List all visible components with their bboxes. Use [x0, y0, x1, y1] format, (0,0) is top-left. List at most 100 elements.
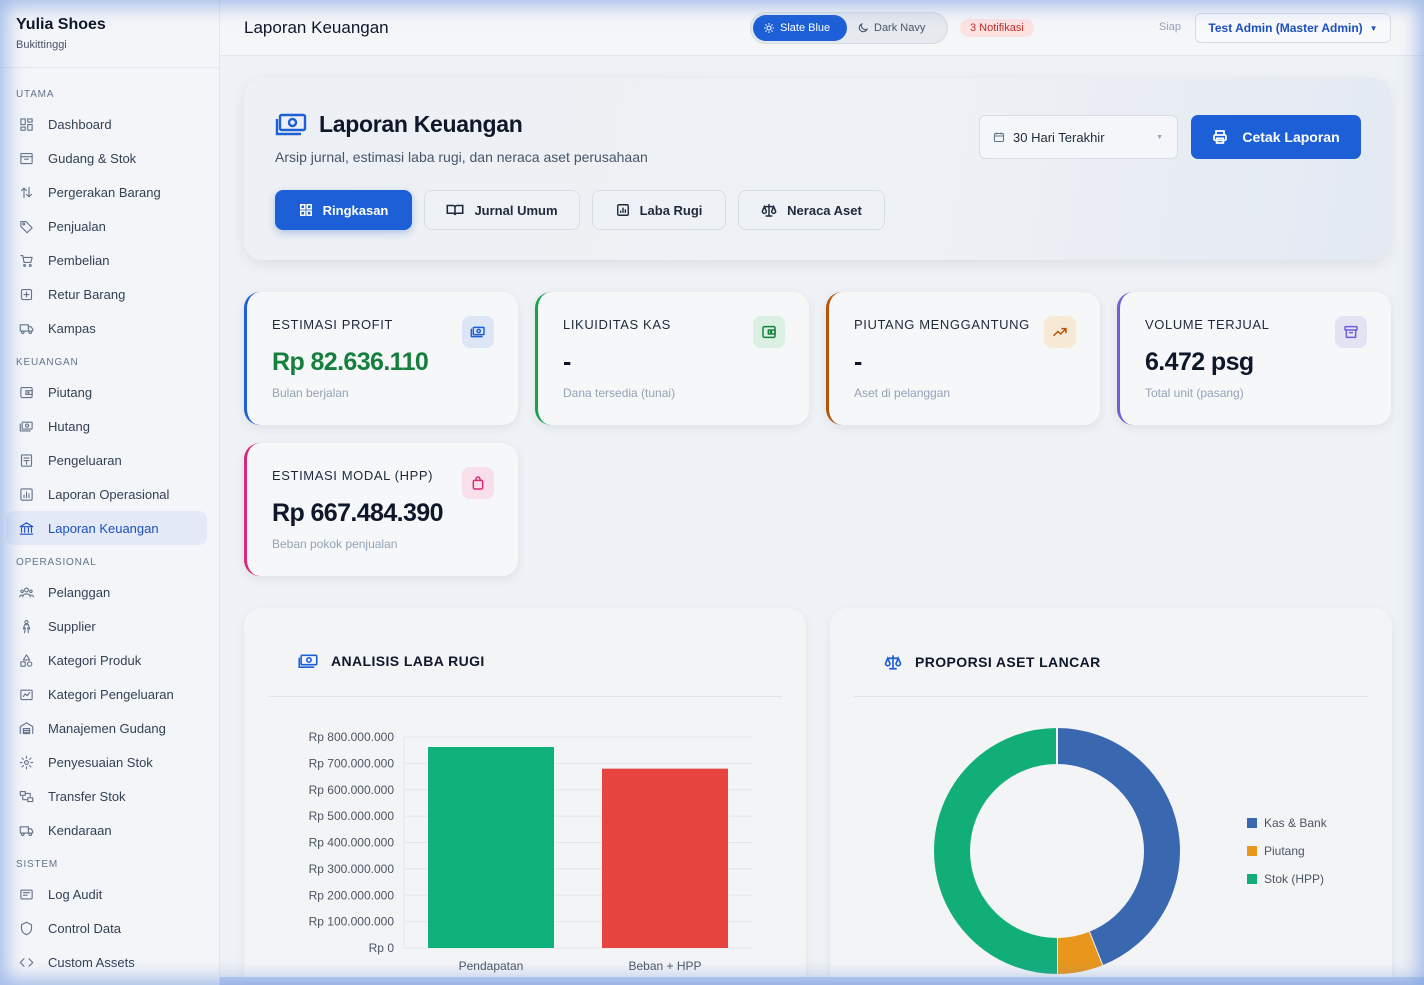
- legend-label[interactable]: Piutang: [1264, 844, 1305, 858]
- bar-pendapatan[interactable]: [428, 747, 554, 948]
- sidebar-item-laporan-keuangan[interactable]: Laporan Keuangan: [6, 511, 207, 545]
- sidebar-item-piutang[interactable]: Piutang: [6, 375, 207, 409]
- period-value: 30 Hari Terakhir: [1013, 129, 1105, 145]
- theme-dark-navy-button[interactable]: Dark Navy: [847, 15, 935, 41]
- sidebar-item-retur-barang[interactable]: Retur Barang: [6, 277, 207, 311]
- stat-note: Beban pokok penjualan: [272, 537, 398, 551]
- slice-kas-bank[interactable]: [1056, 728, 1180, 966]
- sidebar-item-custom-assets[interactable]: Custom Assets: [6, 945, 207, 979]
- theme-slate-blue-button[interactable]: Slate Blue: [753, 15, 847, 41]
- archive-icon: [1335, 316, 1367, 348]
- brand-name: Yulia Shoes: [16, 16, 106, 33]
- scale-icon: [761, 204, 777, 217]
- theme-dark-navy-label: Dark Navy: [874, 22, 926, 34]
- sidebar-item-log-audit[interactable]: Log Audit: [6, 877, 207, 911]
- sidebar-item-penjualan[interactable]: Penjualan: [6, 209, 207, 243]
- tab-ringkasan[interactable]: Ringkasan: [275, 190, 412, 230]
- sidebar-item-label: Control Data: [48, 920, 121, 936]
- stat-value: Rp 82.636.110: [272, 348, 429, 376]
- legend-label[interactable]: Kas & Bank: [1264, 816, 1328, 830]
- sidebar-item-label: Pengeluaran: [48, 452, 122, 468]
- money-icon: [18, 418, 34, 434]
- period-select[interactable]: 30 Hari Terakhir ▼: [979, 115, 1178, 159]
- slice-piutang[interactable]: [1056, 931, 1103, 974]
- sidebar-item-label: Penyesuaian Stok: [48, 754, 153, 770]
- profit-loss-title: ANALISIS LABA RUGI: [331, 653, 485, 669]
- y-tick-label: Rp 200.000.000: [309, 888, 395, 902]
- report-header-card: Laporan Keuangan Arsip jurnal, estimasi …: [244, 78, 1390, 260]
- notification-badge[interactable]: 3 Notifikasi: [960, 19, 1034, 37]
- legend-label[interactable]: Stok (HPP): [1264, 872, 1324, 886]
- tag-icon: [18, 218, 34, 234]
- stat-note: Bulan berjalan: [272, 386, 349, 400]
- sidebar-item-control-data[interactable]: Control Data: [6, 911, 207, 945]
- sidebar-item-laporan-operasional[interactable]: Laporan Operasional: [6, 477, 207, 511]
- sidebar-section-title: KEUANGAN: [16, 357, 79, 368]
- tab-jurnal-umum[interactable]: Jurnal Umum: [424, 190, 580, 230]
- y-tick-label: Rp 600.000.000: [309, 783, 395, 797]
- y-tick-label: Rp 800.000.000: [309, 730, 395, 744]
- sidebar-item-supplier[interactable]: Supplier: [6, 609, 207, 643]
- stat-label: PIUTANG MENGGANTUNG: [854, 317, 1030, 332]
- sidebar-item-pelanggan[interactable]: Pelanggan: [6, 575, 207, 609]
- sidebar-item-pergerakan-barang[interactable]: Pergerakan Barang: [6, 175, 207, 209]
- arrows-icon: [18, 184, 34, 200]
- receipt-icon: [18, 452, 34, 468]
- sidebar-item-label: Kategori Pengeluaran: [48, 686, 174, 702]
- sidebar-item-kampas[interactable]: Kampas: [6, 311, 207, 345]
- sidebar-item-label: Pembelian: [48, 252, 110, 268]
- y-tick-label: Rp 500.000.000: [309, 809, 395, 823]
- tab-neraca-aset[interactable]: Neraca Aset: [738, 190, 885, 230]
- horizontal-scrollbar[interactable]: [220, 977, 1424, 985]
- sidebar-item-hutang[interactable]: Hutang: [6, 409, 207, 443]
- sidebar-item-manajemen-gudang[interactable]: Manajemen Gudang: [6, 711, 207, 745]
- cart-icon: [18, 252, 34, 268]
- theme-toggle: Slate Blue Dark Navy: [750, 12, 948, 44]
- bar-beban-hpp[interactable]: [602, 768, 728, 948]
- y-tick-label: Rp 700.000.000: [309, 756, 395, 770]
- divider: [854, 696, 1368, 697]
- trend-up-icon: [1044, 316, 1076, 348]
- print-report-label: Cetak Laporan: [1242, 129, 1340, 145]
- status-text: Siap: [1159, 21, 1182, 33]
- stat-value: 6.472 psg: [1145, 348, 1254, 376]
- sidebar-item-label: Supplier: [48, 618, 96, 634]
- users-icon: [18, 584, 34, 600]
- slice-stok-hpp[interactable]: [934, 728, 1058, 974]
- sidebar-item-label: Kategori Produk: [48, 652, 142, 668]
- sidebar-item-dashboard[interactable]: Dashboard: [6, 107, 207, 141]
- sidebar-item-pengeluaran[interactable]: Pengeluaran: [6, 443, 207, 477]
- stat-note: Aset di pelanggan: [854, 386, 951, 400]
- sidebar-item-label: Laporan Keuangan: [48, 520, 159, 536]
- report-title: Laporan Keuangan: [275, 111, 523, 138]
- bank-icon: [18, 520, 34, 536]
- sidebar-item-kategori-produk[interactable]: Kategori Produk: [6, 643, 207, 677]
- transfer-icon: [18, 788, 34, 804]
- report-subtitle: Arsip jurnal, estimasi laba rugi, dan ne…: [275, 149, 648, 165]
- stat-value: -: [563, 348, 571, 376]
- legend-swatch: [1247, 818, 1257, 828]
- sidebar-item-kategori-pengeluaran[interactable]: Kategori Pengeluaran: [6, 677, 207, 711]
- tab-ringkasan-label: Ringkasan: [322, 202, 389, 218]
- sidebar-item-pembelian[interactable]: Pembelian: [6, 243, 207, 277]
- sidebar-item-gudang-stok[interactable]: Gudang & Stok: [6, 141, 207, 175]
- wallet-icon: [18, 384, 34, 400]
- sidebar-item-label: Kendaraan: [48, 822, 112, 838]
- sidebar-item-transfer-stok[interactable]: Transfer Stok: [6, 779, 207, 813]
- y-tick-label: Rp 0: [369, 941, 395, 955]
- print-report-button[interactable]: Cetak Laporan: [1191, 115, 1361, 159]
- tab-laba-rugi[interactable]: Laba Rugi: [592, 190, 726, 230]
- asset-proportion-heading: PROPORSI ASET LANCAR: [884, 653, 1101, 671]
- stat-label: ESTIMASI PROFIT: [272, 317, 393, 332]
- caret-down-icon: ▼: [1369, 23, 1378, 33]
- sidebar-item-penyesuaian-stok[interactable]: Penyesuaian Stok: [6, 745, 207, 779]
- stat-note: Total unit (pasang): [1145, 386, 1244, 400]
- sidebar-item-kendaraan[interactable]: Kendaraan: [6, 813, 207, 847]
- stat-card: ESTIMASI MODAL (HPP) Rp 667.484.390 Beban …: [244, 443, 518, 576]
- sidebar-item-label: Laporan Operasional: [48, 486, 170, 502]
- dashboard-icon: [18, 116, 34, 132]
- brand-subtitle: Bukittinggi: [16, 39, 67, 51]
- user-menu-button[interactable]: Test Admin (Master Admin) ▼: [1195, 13, 1391, 43]
- sidebar-item-label: Dashboard: [48, 116, 112, 132]
- page-title: Laporan Keuangan: [244, 18, 389, 37]
